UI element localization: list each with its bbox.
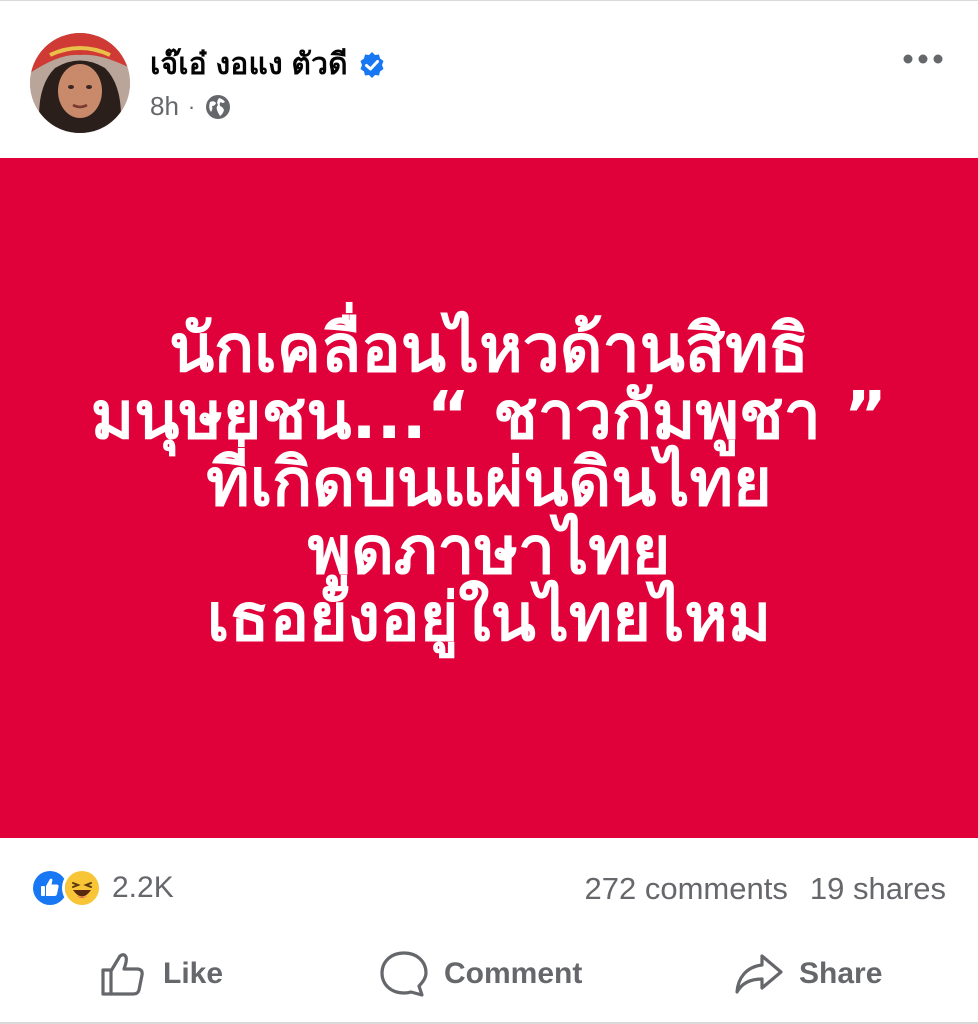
comments-count[interactable]: 272 comments bbox=[585, 871, 788, 907]
haha-reaction-icon bbox=[62, 868, 102, 908]
thumbs-up-icon bbox=[101, 953, 144, 996]
post-time[interactable]: 8h bbox=[150, 91, 179, 122]
share-arrow-icon bbox=[735, 954, 783, 994]
shares-count[interactable]: 19 shares bbox=[810, 871, 946, 907]
facebook-post: เจ๊เอ๋ งอแง ตัวดี 8h · นักเคลื่อนไหวด้าน… bbox=[0, 0, 978, 1024]
like-button[interactable]: Like bbox=[97, 948, 223, 1000]
verified-badge-icon bbox=[358, 51, 386, 79]
avatar[interactable] bbox=[30, 33, 130, 133]
share-label: Share bbox=[799, 957, 883, 990]
comment-bubble-icon bbox=[380, 951, 428, 997]
post-actions: Like Comment Share bbox=[0, 936, 978, 1016]
post-image[interactable]: นักเคลื่อนไหวด้านสิทธิ มนุษยชน...“ ชาวกั… bbox=[0, 158, 978, 838]
reaction-count: 2.2K bbox=[112, 871, 174, 904]
author-row: เจ๊เอ๋ งอแง ตัวดี bbox=[150, 41, 386, 88]
more-dots-icon bbox=[903, 54, 943, 64]
post-header: เจ๊เอ๋ งอแง ตัวดี 8h · bbox=[0, 1, 978, 158]
engagement-counts: 272 comments 19 shares bbox=[585, 871, 946, 907]
reactions-summary[interactable]: 2.2K bbox=[30, 868, 174, 908]
globe-icon bbox=[204, 93, 232, 121]
share-button[interactable]: Share bbox=[733, 948, 882, 1000]
comment-button[interactable]: Comment bbox=[378, 948, 582, 1000]
comment-label: Comment bbox=[444, 957, 583, 990]
author-name[interactable]: เจ๊เอ๋ งอแง ตัวดี bbox=[150, 41, 348, 88]
post-image-text: นักเคลื่อนไหวด้านสิทธิ มนุษยชน...“ ชาวกั… bbox=[90, 309, 888, 656]
more-options-button[interactable] bbox=[898, 41, 948, 77]
post-meta: 8h · bbox=[150, 91, 232, 122]
post-stats: 2.2K 272 comments 19 shares bbox=[0, 838, 978, 936]
meta-separator: · bbox=[187, 93, 196, 119]
like-label: Like bbox=[163, 957, 224, 990]
avatar-photo bbox=[30, 33, 130, 133]
